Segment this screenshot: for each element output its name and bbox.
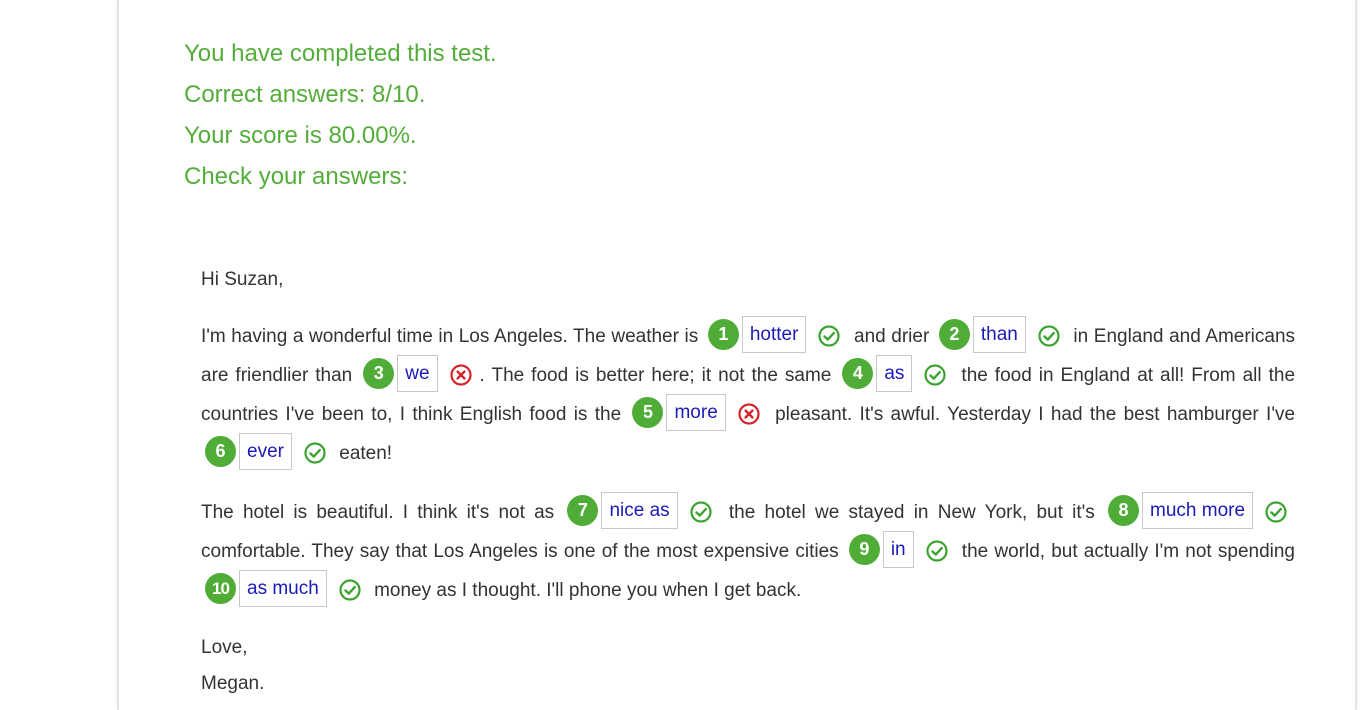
text-segment: comfortable. They say that Los Angeles i… bbox=[201, 541, 839, 562]
test-card: You have completed this test. Correct an… bbox=[118, 0, 1356, 710]
question-number-4: 4 bbox=[842, 358, 874, 390]
page: You have completed this test. Correct an… bbox=[0, 0, 1365, 710]
letter-closing: Love, bbox=[201, 637, 248, 658]
check-circle-icon bbox=[1265, 501, 1287, 523]
answer-box-8: much more bbox=[1142, 492, 1254, 530]
letter-paragraph-1: I'm having a wonderful time in Los Angel… bbox=[201, 316, 1296, 473]
x-circle-icon bbox=[449, 364, 472, 386]
check-answers-heading: Check your answers: bbox=[184, 163, 409, 190]
text-segment: . The food is better here; it not the sa… bbox=[479, 365, 832, 386]
question-number-10: 10 bbox=[205, 573, 236, 605]
check-circle-icon bbox=[1038, 325, 1060, 347]
letter-paragraph-2: The hotel is beautiful. I think it's not… bbox=[201, 492, 1295, 610]
letter-signature: Megan. bbox=[201, 673, 265, 694]
question-number-6: 6 bbox=[205, 436, 236, 468]
text-segment: and drier bbox=[854, 326, 930, 347]
answer-box-7: nice as bbox=[601, 492, 678, 530]
answer-box-2: than bbox=[972, 316, 1026, 354]
check-circle-icon bbox=[926, 540, 948, 562]
question-number-5: 5 bbox=[632, 397, 664, 429]
check-circle-icon bbox=[339, 579, 361, 601]
text-segment: The hotel is beautiful. I think it's not… bbox=[201, 502, 555, 523]
score-percentage: Your score is 80.00%. bbox=[184, 122, 417, 149]
check-circle-icon bbox=[924, 364, 947, 386]
text-segment: the world, but actually I'm not spending bbox=[961, 541, 1295, 562]
text-segment: pleasant. It's awful. Yesterday I had th… bbox=[775, 404, 1296, 425]
question-number-3: 3 bbox=[363, 358, 395, 390]
question-number-7: 7 bbox=[567, 495, 599, 527]
check-circle-icon bbox=[304, 442, 326, 464]
text-segment: the hotel we stayed in New York, but it'… bbox=[728, 502, 1095, 523]
check-circle-icon bbox=[818, 325, 841, 347]
x-circle-icon bbox=[738, 403, 760, 425]
answer-box-1: hotter bbox=[741, 316, 807, 354]
question-number-8: 8 bbox=[1108, 495, 1139, 527]
check-circle-icon bbox=[690, 501, 712, 523]
answer-box-3: we bbox=[397, 355, 438, 393]
results-summary: You have completed this test. Correct an… bbox=[184, 33, 497, 197]
answer-box-5: more bbox=[666, 394, 726, 432]
text-segment: I'm having a wonderful time in Los Angel… bbox=[201, 326, 699, 347]
answer-box-10: as much bbox=[239, 570, 327, 608]
text-segment: eaten! bbox=[339, 443, 393, 464]
answer-box-6: ever bbox=[239, 433, 292, 471]
text-segment: money as I thought. I'll phone you when … bbox=[374, 580, 802, 601]
question-number-2: 2 bbox=[938, 319, 970, 351]
answer-box-4: as bbox=[876, 355, 913, 393]
letter-body: Hi Suzan, I'm having a wonderful time in… bbox=[201, 262, 1295, 702]
question-number-1: 1 bbox=[707, 319, 739, 351]
answer-box-9: in bbox=[882, 531, 914, 569]
correct-answers-count: Correct answers: 8/10. bbox=[184, 81, 426, 108]
completed-message: You have completed this test. bbox=[184, 40, 497, 67]
question-number-9: 9 bbox=[848, 534, 880, 566]
letter-greeting: Hi Suzan, bbox=[201, 269, 284, 290]
